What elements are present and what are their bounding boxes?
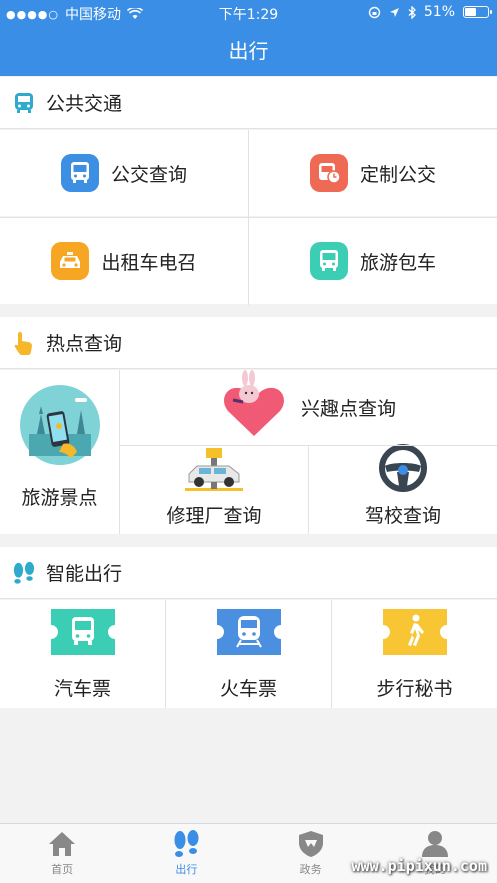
user-icon [421, 831, 448, 857]
bus-section-icon [12, 91, 36, 115]
heart-bunny-illustration [221, 370, 287, 445]
bus-ticket-label: 汽车票 [53, 678, 111, 700]
divider [119, 370, 120, 534]
walk-assistant-button[interactable]: 步行秘书 [332, 600, 497, 708]
taxi-call-button[interactable]: 出租车电召 [0, 218, 248, 304]
tab-label: 首页 [51, 863, 74, 876]
section-public-transit: 公共交通 [0, 77, 497, 129]
battery-icon [463, 6, 492, 18]
divider [165, 600, 166, 708]
train-ticket-button[interactable]: 火车票 [166, 600, 331, 708]
tour-bus-label: 旅游包车 [359, 251, 436, 274]
driving-school-label: 驾校查询 [364, 505, 441, 527]
driving-school-button[interactable]: 驾校查询 [309, 444, 497, 534]
taxi-icon [51, 242, 90, 280]
tab-label: 政务 [299, 863, 322, 876]
walk-assistant-label: 步行秘书 [376, 678, 453, 700]
tourist-spot-label: 旅游景点 [21, 487, 98, 509]
taxi-call-label: 出租车电召 [101, 251, 197, 274]
tour-bus-icon [309, 242, 348, 280]
divider [331, 600, 332, 708]
section-title: 热点查询 [46, 333, 123, 355]
car-lift-illustration [183, 448, 245, 497]
divider [308, 446, 309, 534]
bus-query-button[interactable]: 公交查询 [0, 130, 248, 216]
section-hotspot: 热点查询 [0, 317, 497, 369]
status-bar: ●●●●○ 中国移动 下午1:29 51% [0, 0, 497, 26]
bus-icon [60, 154, 99, 192]
tour-bus-button[interactable]: 旅游包车 [249, 218, 497, 304]
rotation-lock-icon [368, 6, 381, 18]
section-title: 公共交通 [46, 93, 123, 115]
tourist-spot-button[interactable]: 旅游景点 [0, 370, 119, 534]
tourist-spot-illustration [19, 384, 101, 471]
battery-percent: 51% [423, 4, 455, 20]
divider [120, 445, 497, 446]
train-ticket-label: 火车票 [219, 678, 277, 700]
page-title: 出行 [0, 26, 497, 76]
tab-travel[interactable]: 出行 [124, 824, 248, 883]
bluetooth-icon [408, 5, 416, 19]
divider [0, 217, 497, 218]
poi-query-label: 兴趣点查询 [300, 398, 396, 420]
watermark-text: www.pipixun.com [351, 857, 487, 875]
poi-query-button[interactable]: 兴趣点查询 [120, 370, 497, 445]
pointing-hand-icon [12, 331, 36, 355]
bus-ticket-icon [48, 607, 118, 662]
tab-home[interactable]: 首页 [0, 824, 124, 883]
repair-shop-label: 修理厂查询 [166, 505, 262, 527]
section-title: 智能出行 [46, 563, 123, 585]
section-smart-travel: 智能出行 [0, 547, 497, 599]
repair-shop-button[interactable]: 修理厂查询 [120, 446, 308, 534]
train-ticket-icon [214, 607, 284, 662]
home-icon [49, 832, 76, 856]
bus-query-label: 公交查询 [110, 163, 187, 186]
bus-ticket-button[interactable]: 汽车票 [0, 600, 165, 708]
tab-label: 出行 [175, 863, 198, 876]
footprints-icon [174, 830, 199, 857]
footprints-icon [12, 561, 36, 585]
steering-wheel-illustration [379, 444, 427, 497]
custom-bus-label: 定制公交 [359, 163, 436, 186]
walk-ticket-icon [380, 607, 450, 662]
location-icon [389, 7, 399, 17]
custom-bus-button[interactable]: 定制公交 [249, 130, 497, 216]
custom-bus-icon [309, 154, 348, 192]
shield-icon [298, 831, 323, 857]
